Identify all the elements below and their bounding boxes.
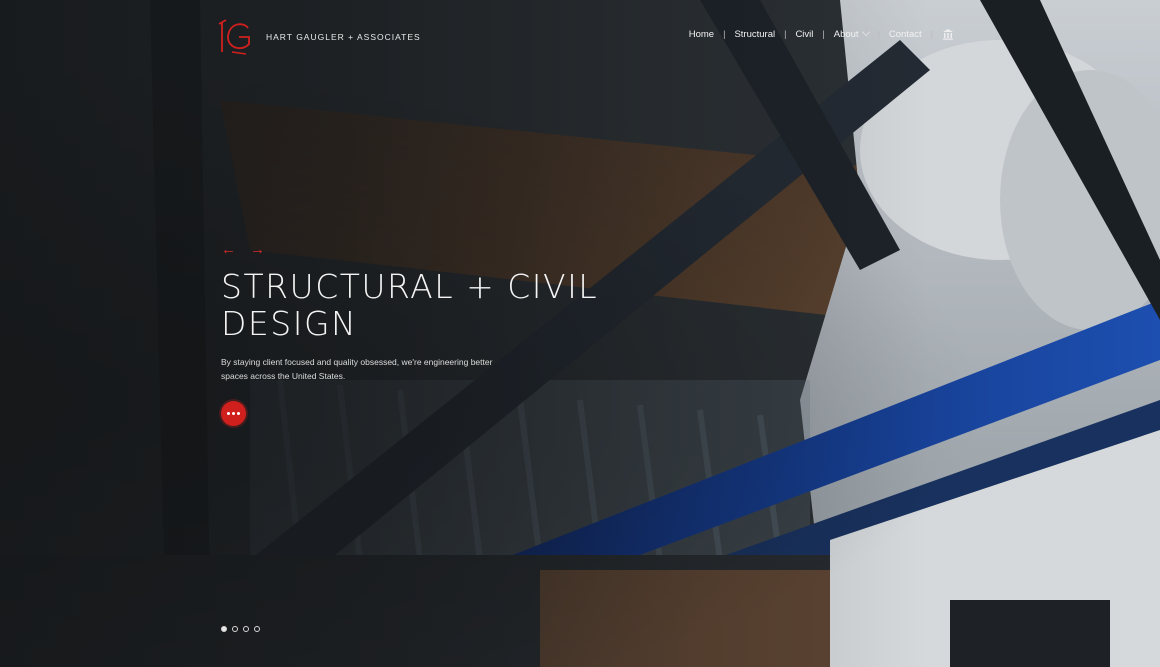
slide-dot-1[interactable] (221, 626, 227, 632)
slide-arrows: ← → (221, 242, 265, 257)
slide-dot-4[interactable] (254, 626, 260, 632)
ellipsis-icon-dot (237, 412, 240, 415)
hero-headline: STRUCTURAL + CIVIL DESIGN (221, 267, 599, 343)
nav-contact[interactable]: Contact (880, 29, 931, 40)
brand-logo[interactable]: HART GAUGLER + ASSOCIATES (218, 18, 421, 56)
main-nav: Home | Structural | Civil | About | Cont… (680, 27, 954, 40)
nav-about-label: About (833, 28, 859, 40)
chevron-down-icon (861, 27, 870, 36)
next-slide-arrow-icon[interactable]: → (250, 242, 265, 257)
brand-name: HART GAUGLER + ASSOCIATES (266, 32, 421, 42)
nav-home[interactable]: Home (680, 29, 723, 40)
ellipsis-icon-dot (227, 412, 230, 415)
more-button[interactable] (221, 401, 246, 426)
hero-lede: By staying client focused and quality ob… (221, 357, 493, 381)
slide-dot-3[interactable] (243, 626, 249, 632)
slide-dot-2[interactable] (232, 626, 238, 632)
building-icon[interactable] (933, 28, 954, 40)
nav-civil[interactable]: Civil (786, 29, 822, 40)
prev-slide-arrow-icon[interactable]: ← (221, 242, 236, 257)
slide-pagination (221, 626, 260, 632)
ellipsis-icon-dot (232, 412, 235, 415)
logo-monogram-icon (218, 19, 250, 55)
nav-about[interactable]: About (825, 27, 878, 40)
nav-structural[interactable]: Structural (725, 29, 784, 40)
